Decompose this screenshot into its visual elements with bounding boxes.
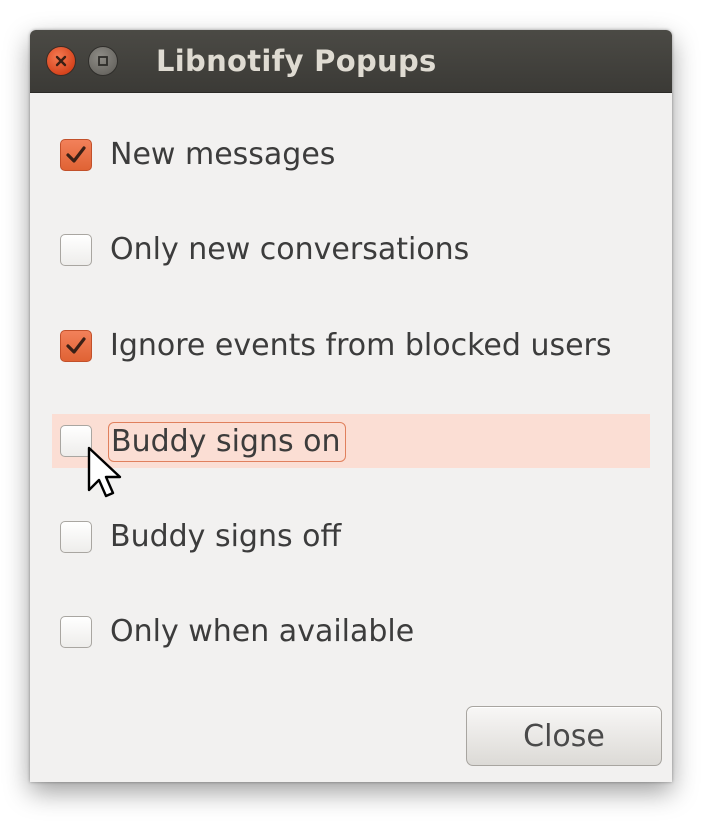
checkbox-buddy-signs-off[interactable] <box>60 521 92 553</box>
option-label[interactable]: Only when available <box>110 611 414 653</box>
checkbox-only-when-available[interactable] <box>60 616 92 648</box>
option-label[interactable]: New messages <box>110 134 335 176</box>
close-icon <box>55 55 67 67</box>
option-ignore-blocked-users[interactable]: Ignore events from blocked users <box>30 319 672 373</box>
option-label[interactable]: Only new conversations <box>110 229 469 271</box>
checkmark-icon <box>66 337 86 354</box>
window-maximize-button[interactable] <box>88 46 118 76</box>
option-label[interactable]: Buddy signs off <box>110 516 341 558</box>
checkmark-icon <box>66 146 86 163</box>
option-label[interactable]: Buddy signs on <box>108 422 346 462</box>
libnotify-popups-dialog: Libnotify Popups New messages Only new c… <box>30 30 672 782</box>
checkbox-only-new-conversations[interactable] <box>60 234 92 266</box>
option-buddy-signs-on[interactable]: Buddy signs on <box>52 414 650 468</box>
checkbox-new-messages[interactable] <box>60 139 92 171</box>
close-button[interactable]: Close <box>466 706 662 766</box>
window-title: Libnotify Popups <box>156 44 437 78</box>
mouse-pointer-icon <box>87 446 122 498</box>
option-new-messages[interactable]: New messages <box>30 128 672 182</box>
maximize-icon <box>98 56 108 66</box>
option-only-new-conversations[interactable]: Only new conversations <box>30 223 672 277</box>
window-close-button[interactable] <box>46 46 76 76</box>
screenshot-stage: Libnotify Popups New messages Only new c… <box>0 0 720 830</box>
option-label[interactable]: Ignore events from blocked users <box>110 325 612 367</box>
title-bar[interactable]: Libnotify Popups <box>30 30 672 93</box>
option-only-when-available[interactable]: Only when available <box>30 605 672 659</box>
option-buddy-signs-off[interactable]: Buddy signs off <box>30 510 672 564</box>
checkbox-ignore-blocked-users[interactable] <box>60 330 92 362</box>
